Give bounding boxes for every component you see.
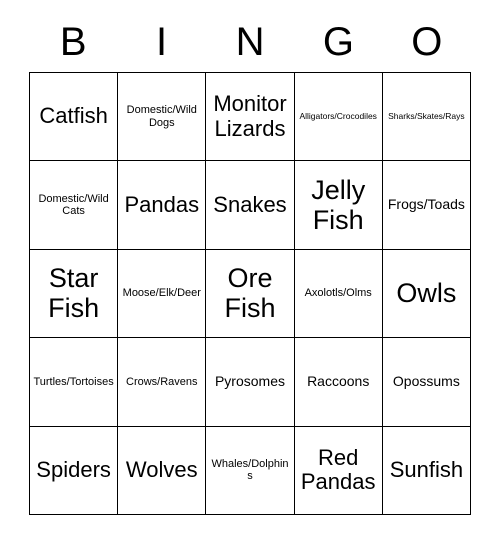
bingo-cell-g5[interactable]: Red Pandas — [294, 426, 383, 515]
bingo-cell-label: Raccoons — [307, 373, 370, 390]
bingo-cell-label: Catfish — [39, 103, 108, 129]
bingo-header-letter-b: B — [59, 20, 87, 64]
bingo-cell-i2[interactable]: Pandas — [118, 161, 207, 250]
bingo-cell-label: Sharks/Skates/Rays — [388, 110, 465, 121]
bingo-card: B I N G O Catfish Domestic/Wild Dogs Mon… — [0, 0, 500, 544]
bingo-cell-i3[interactable]: Moose/Elk/Deer — [118, 249, 207, 339]
bingo-cell-label: Crows/Ravens — [126, 375, 198, 388]
bingo-cell-o1[interactable]: Sharks/Skates/Rays — [382, 73, 471, 162]
bingo-cell-n2[interactable]: Snakes — [206, 161, 295, 250]
bingo-cell-b1[interactable]: Catfish — [30, 73, 119, 162]
bingo-header-row: B I N G O — [29, 14, 471, 70]
bingo-cell-label: Wolves — [125, 456, 198, 482]
bingo-cell-label: Owls — [396, 278, 457, 309]
bingo-cell-o2[interactable]: Frogs/Toads — [382, 161, 471, 250]
bingo-cell-label: Jelly Fish — [311, 174, 366, 236]
bingo-cell-label: Sunfish — [389, 456, 464, 482]
bingo-cell-n5[interactable]: Whales/Dolphins — [206, 426, 295, 515]
bingo-cell-label: Whales/Dolphins — [211, 457, 289, 483]
bingo-cell-g2[interactable]: Jelly Fish — [294, 161, 383, 250]
bingo-cell-o5[interactable]: Sunfish — [382, 426, 471, 515]
bingo-cell-label: Moose/Elk/Deer — [122, 287, 201, 300]
bingo-header-letter-i: I — [156, 20, 168, 64]
bingo-cell-label: Monitor Lizards — [213, 91, 287, 141]
bingo-cell-label: Red Pandas — [300, 444, 376, 495]
bingo-cell-i1[interactable]: Domestic/Wild Dogs — [118, 73, 207, 162]
bingo-cell-b2[interactable]: Domestic/Wild Cats — [30, 161, 119, 250]
bingo-cell-i5[interactable]: Wolves — [118, 426, 207, 515]
bingo-cell-label: Domestic/Wild Cats — [38, 192, 109, 218]
bingo-cell-label: Turtles/Tortoises — [33, 375, 114, 388]
bingo-cell-o4[interactable]: Opossums — [382, 338, 471, 427]
bingo-cell-b5[interactable]: Spiders — [30, 426, 119, 515]
bingo-cell-label: Pyrosomes — [214, 373, 285, 390]
bingo-cell-n4[interactable]: Pyrosomes — [206, 338, 295, 427]
bingo-cell-b4[interactable]: Turtles/Tortoises — [30, 338, 119, 427]
bingo-cell-label: Domestic/Wild Dogs — [126, 104, 197, 129]
bingo-cell-o3[interactable]: Owls — [382, 249, 471, 339]
bingo-cell-label: Opossums — [392, 373, 460, 390]
bingo-header-letter-o: O — [411, 20, 443, 64]
bingo-cell-label: Alligators/Crocodiles — [299, 110, 377, 121]
bingo-cell-label: Spiders — [36, 456, 111, 482]
bingo-cell-g4[interactable]: Raccoons — [294, 338, 383, 427]
bingo-cell-label: Frogs/Toads — [387, 196, 465, 213]
bingo-header-letter-g: G — [322, 20, 354, 64]
bingo-cell-i4[interactable]: Crows/Ravens — [118, 338, 207, 427]
bingo-cell-n3[interactable]: Ore Fish — [206, 249, 295, 339]
bingo-cell-b3[interactable]: Star Fish — [30, 249, 119, 339]
bingo-grid: Catfish Domestic/Wild Dogs Monitor Lizar… — [29, 72, 471, 515]
bingo-cell-n1[interactable]: Monitor Lizards — [206, 73, 295, 162]
bingo-cell-label: Pandas — [124, 191, 200, 217]
bingo-cell-label: Axolotls/Olms — [304, 287, 372, 300]
bingo-cell-label: Ore Fish — [224, 263, 276, 324]
bingo-cell-g1[interactable]: Alligators/Crocodiles — [294, 73, 383, 162]
bingo-header-letter-n: N — [235, 20, 265, 64]
bingo-cell-label: Snakes — [213, 191, 287, 217]
bingo-cell-g3[interactable]: Axolotls/Olms — [294, 249, 383, 339]
bingo-cell-label: Star Fish — [48, 263, 100, 324]
